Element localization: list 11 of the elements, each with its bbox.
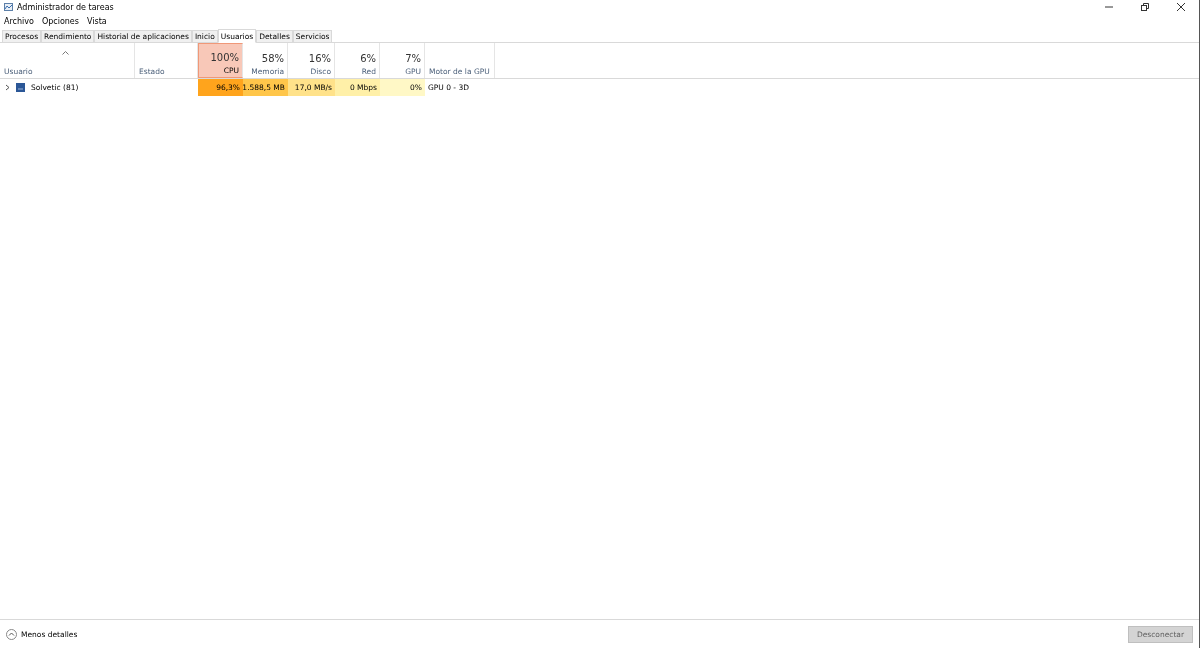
chevron-up-icon <box>6 628 17 640</box>
app-icon <box>4 2 13 12</box>
menu-item[interactable]: Archivo <box>4 16 34 26</box>
close-icon <box>1177 3 1185 11</box>
minimize-icon <box>1105 3 1113 11</box>
restore-icon <box>1141 3 1149 11</box>
menu-item[interactable]: Opciones <box>41 16 79 26</box>
menu-item[interactable]: Vista <box>86 16 107 26</box>
user-avatar-icon <box>16 83 25 92</box>
window-title: Administrador de tareas <box>17 2 114 12</box>
expand-chevron-icon[interactable] <box>5 84 10 91</box>
